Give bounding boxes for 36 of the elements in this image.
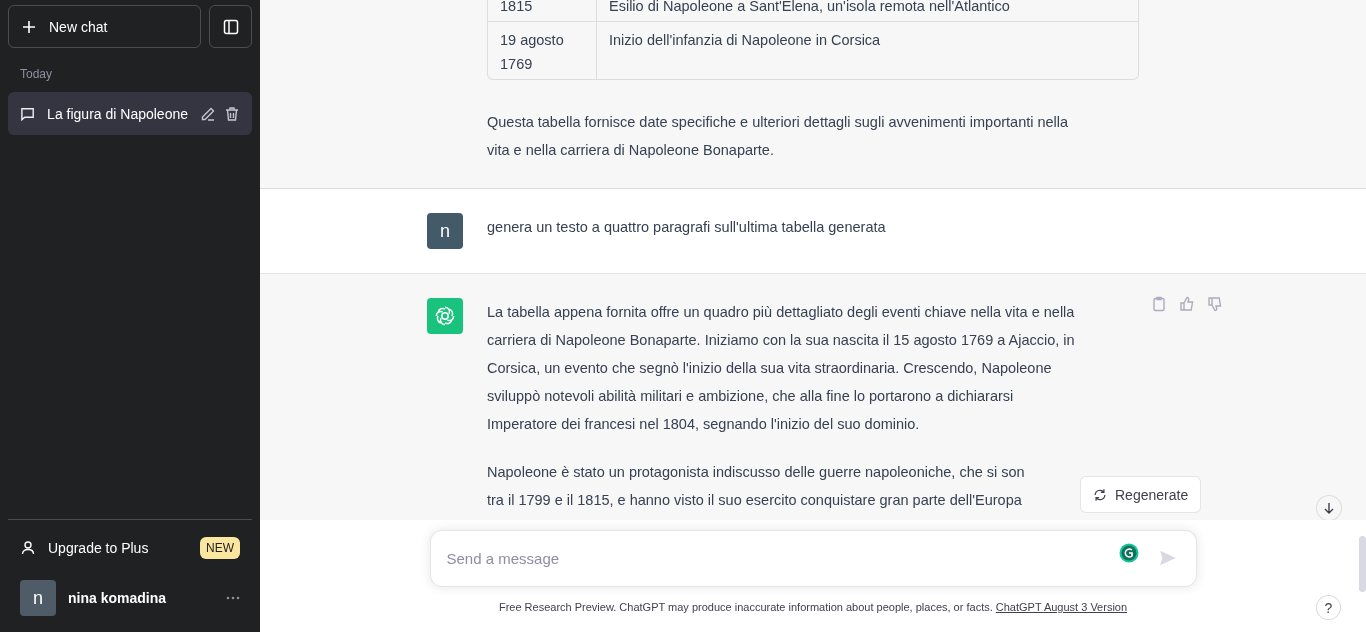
refresh-icon: [1093, 487, 1107, 502]
knot-logo-icon: [434, 305, 456, 327]
plus-icon: [21, 18, 37, 35]
new-badge: NEW: [200, 537, 240, 559]
upgrade-item[interactable]: Upgrade to Plus NEW: [8, 526, 252, 570]
user-avatar: n: [20, 580, 56, 616]
regenerate-button[interactable]: Regenerate: [1080, 476, 1202, 513]
chat-bubble-icon: [20, 105, 36, 122]
clipboard-icon[interactable]: [1151, 296, 1167, 312]
message-input[interactable]: Send a message: [429, 530, 1197, 587]
message-paragraph: genera un testo a quattro paragrafi sull'ultima tabella generata: [487, 218, 886, 237]
thumbs-up-icon[interactable]: [1179, 296, 1195, 312]
user-icon: [20, 540, 36, 556]
thumbs-down-icon[interactable]: [1207, 296, 1223, 312]
message-paragraph: Questa tabella fornisce date specifiche e ulteriori dettagli sugli avvenimenti importanti nella vita e nella carriera di Napoleone Bonaparte.: [487, 113, 1069, 160]
sidebar-icon: [222, 18, 239, 35]
message-paragraph: Napoleone è stato un protagonista indiscusso delle guerre napoleoniche, che si son tra il 1799 e il 1815, e hanno visto il suo esercito conquistare gran parte dell'Europa: [487, 463, 1025, 510]
arrow-down-icon: [1323, 502, 1335, 514]
user-avatar: n: [427, 213, 463, 249]
chat-item[interactable]: La figura di Napoleone: [8, 92, 252, 135]
pencil-icon[interactable]: [200, 105, 216, 122]
more-icon[interactable]: [226, 596, 240, 600]
table-cell-text: Esilio di Napoleone a Sant'Elena, un'isola remota nell'Atlantico: [608, 0, 1011, 16]
table-cell: 1815: [488, 0, 597, 21]
new-chat-button[interactable]: New chat: [8, 5, 201, 48]
table-cell: 19 agosto 1769: [488, 22, 597, 79]
message-paragraph: La tabella appena fornita offre un quadro più dettagliato degli eventi chiave nella vita e nella carriera di Napoleone Bonaparte. Iniziamo con la sua nascita il 15 agosto 1769 a Ajaccio, in Corsica, un evento che segnò l'inizio della sua vita straordinaria. Crescendo, Napoleone sviluppò notevoli abilità militari e ambizione, che alla fine lo portarono a dichiararsi Imperatore dei francesi nel 1804, segnando l'inizio del suo dominio.: [487, 303, 1075, 434]
section-label: Today: [19, 66, 54, 82]
trash-icon[interactable]: [224, 105, 240, 122]
version-link[interactable]: ChatGPT August 3 Version: [995, 601, 1128, 613]
table-cell-text: Inizio dell'infanzia di Napoleone in Corsica: [608, 31, 882, 50]
grammar-badge-icon[interactable]: [1118, 543, 1139, 563]
footer-note: Free Research Preview. ChatGPT may produce inaccurate information about people, places, or facts. ChatGPT August 3 Version: [498, 600, 1128, 615]
scrollbar-thumb[interactable]: [1359, 536, 1366, 592]
user-name: nina komadina: [68, 589, 168, 608]
sidebar-toggle-button[interactable]: [209, 5, 252, 48]
